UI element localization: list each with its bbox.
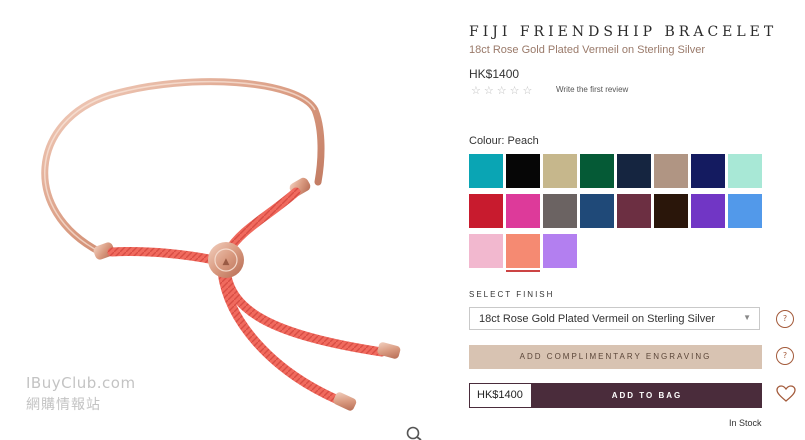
colour-swatch[interactable] <box>654 154 688 188</box>
finish-label: SELECT FINISH <box>469 290 555 299</box>
engraving-help-icon[interactable]: ? <box>776 347 796 367</box>
colour-swatch[interactable] <box>617 154 651 188</box>
colour-swatch[interactable] <box>506 234 540 272</box>
colour-swatch[interactable] <box>580 194 614 228</box>
colour-swatch[interactable] <box>580 154 614 188</box>
watermark-line2: 網購情報站 <box>26 397 101 413</box>
cart-price: HK$1400 <box>469 383 532 408</box>
colour-swatch[interactable] <box>728 194 762 228</box>
magnifier-icon[interactable] <box>405 425 423 440</box>
product-image: ▲ IBuyClub.com 網購情報站 <box>0 0 440 440</box>
svg-text:▲: ▲ <box>223 257 230 267</box>
heart-icon[interactable] <box>776 385 796 405</box>
add-to-bag-button[interactable]: ADD TO BAG <box>532 383 762 408</box>
colour-swatch[interactable] <box>691 194 725 228</box>
product-price: HK$1400 <box>469 67 520 81</box>
colour-swatch[interactable] <box>506 154 540 188</box>
colour-swatch[interactable] <box>543 154 577 188</box>
stock-status: In Stock <box>729 418 762 428</box>
finish-selected-value: 18ct Rose Gold Plated Vermeil on Sterlin… <box>479 313 716 325</box>
finish-help-icon[interactable]: ? <box>776 310 796 330</box>
write-review-link[interactable]: Write the first review <box>556 85 628 94</box>
colour-swatch[interactable] <box>728 154 762 188</box>
colour-swatch[interactable] <box>469 234 503 268</box>
add-engraving-button[interactable]: ADD COMPLIMENTARY ENGRAVING <box>469 345 762 369</box>
colour-swatch[interactable] <box>691 154 725 188</box>
finish-select[interactable]: 18ct Rose Gold Plated Vermeil on Sterlin… <box>469 307 760 330</box>
watermark-line1: IBuyClub.com <box>26 374 136 392</box>
colour-swatch[interactable] <box>543 194 577 228</box>
colour-swatch[interactable] <box>469 194 503 228</box>
colour-swatch[interactable] <box>469 154 503 188</box>
product-details: FIJI FRIENDSHIP BRACELET 18ct Rose Gold … <box>469 0 805 440</box>
rating-stars[interactable]: ☆☆☆☆☆ <box>471 84 535 97</box>
colour-swatch[interactable] <box>543 234 577 268</box>
chevron-down-icon: ▼ <box>743 313 751 322</box>
watermark: IBuyClub.com 網購情報站 <box>26 374 136 414</box>
colour-swatch[interactable] <box>654 194 688 228</box>
product-title: FIJI FRIENDSHIP BRACELET <box>469 24 778 40</box>
colour-swatch[interactable] <box>506 194 540 228</box>
colour-label: Colour: Peach <box>469 135 539 147</box>
product-subtitle: 18ct Rose Gold Plated Vermeil on Sterlin… <box>469 44 706 56</box>
colour-swatch[interactable] <box>617 194 651 228</box>
